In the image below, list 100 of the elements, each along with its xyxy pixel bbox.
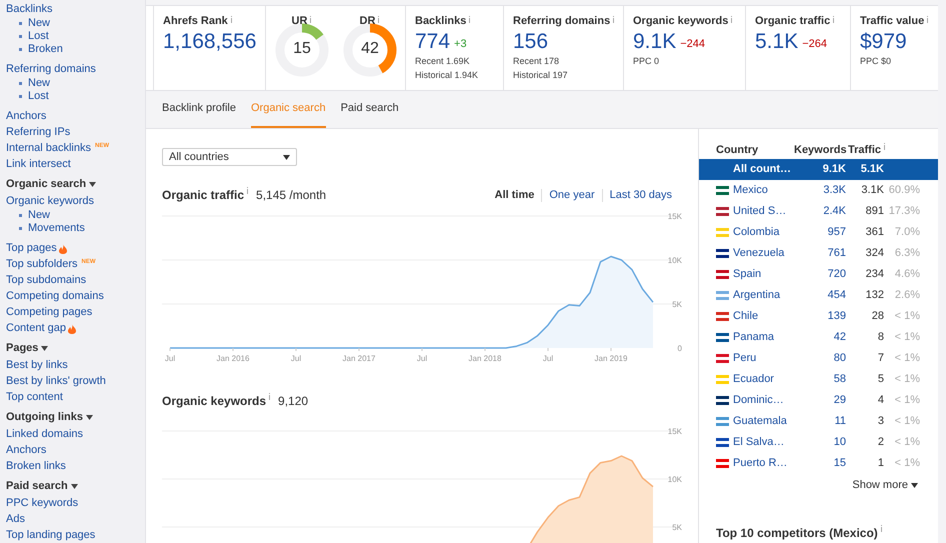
- sidebar-link[interactable]: Link intersect: [6, 156, 71, 172]
- share-cell-text: < 1%: [894, 414, 920, 430]
- country-name: United S…: [733, 204, 788, 220]
- tab[interactable]: Backlink profile: [162, 91, 236, 128]
- sidebar-link[interactable]: Broken links: [6, 458, 66, 474]
- bullet-icon: [19, 214, 22, 217]
- info-icon[interactable]: [612, 16, 616, 23]
- country-name: Peru: [733, 351, 758, 366]
- country-name: Puerto R…: [733, 456, 788, 472]
- sidebar-link[interactable]: Referring IPs: [6, 124, 70, 140]
- time-range-link[interactable]: Last 30 days: [610, 186, 672, 204]
- info-icon[interactable]: [832, 16, 836, 23]
- sidebar-link[interactable]: Content gap: [6, 320, 66, 336]
- metric-label: Referring domains: [513, 15, 610, 28]
- traffic-cell-text: 8: [876, 330, 884, 346]
- axis-label: 15K: [668, 427, 682, 436]
- axis-label: Jan 2018: [468, 354, 502, 363]
- metric-label: Traffic value: [860, 15, 924, 28]
- sidebar-link[interactable]: Top subfolders: [6, 256, 78, 272]
- axis-label: 5K: [672, 300, 682, 309]
- sidebar-link[interactable]: Competing domains: [6, 288, 104, 304]
- sidebar-link[interactable]: Anchors: [6, 442, 46, 458]
- info-icon[interactable]: [230, 16, 233, 23]
- metric-detail: Historical 197: [513, 69, 569, 82]
- axis-label: 10K: [668, 256, 682, 265]
- info-icon[interactable]: [268, 393, 272, 400]
- axis-label: Jan 2019: [594, 354, 628, 363]
- chart-summary: 5,145 /month: [256, 187, 326, 204]
- sidebar-link[interactable]: Top landing pages: [6, 526, 96, 543]
- sidebar-link[interactable]: Top content: [6, 388, 63, 406]
- sidebar-link[interactable]: Organic keywords: [6, 192, 94, 210]
- time-range-link[interactable]: One year: [549, 186, 595, 204]
- sidebar-link[interactable]: Ads: [6, 510, 25, 528]
- section-heading[interactable]: Pages: [6, 340, 48, 357]
- country-name: Venezuela: [733, 246, 786, 262]
- bullet-icon: [19, 95, 22, 98]
- sidebar-link[interactable]: Internal backlinks: [6, 140, 91, 156]
- bullet-icon: [19, 48, 22, 51]
- info-icon[interactable]: [309, 16, 312, 23]
- caret-icon: [89, 182, 96, 187]
- sidebar-link[interactable]: Competing pages: [6, 304, 92, 320]
- traffic-cell-text: 5: [876, 372, 884, 388]
- axis-label: Jul: [164, 354, 176, 363]
- sidebar-link[interactable]: Anchors: [6, 108, 46, 124]
- info-icon[interactable]: [468, 16, 472, 23]
- sidebar-link[interactable]: Top subdomains: [6, 272, 86, 288]
- keywords-cell-text: 720: [826, 267, 846, 282]
- gauge-label: DR: [360, 15, 376, 28]
- axis-label: Jan 2017: [342, 354, 376, 363]
- chart-title: Organic keywords: [162, 393, 266, 410]
- sidebar-link[interactable]: Best by links: [6, 356, 68, 374]
- sidebar-link[interactable]: Linked domains: [6, 426, 84, 442]
- share-cell-text: 4.6%: [894, 267, 920, 282]
- country-name: All count…: [733, 162, 792, 178]
- country-name: Guatemala: [733, 414, 788, 430]
- info-icon[interactable]: [883, 142, 886, 150]
- caret-icon: [70, 484, 78, 489]
- country-name: Ecuador: [733, 372, 775, 388]
- keywords-cell-text: 139: [826, 309, 846, 324]
- metric-value: $979: [860, 30, 907, 54]
- traffic-cell-text: 3.1K: [860, 183, 884, 198]
- section-heading[interactable]: Outgoing links: [6, 409, 93, 426]
- info-icon[interactable]: [880, 524, 883, 532]
- bullet-icon: [19, 22, 22, 25]
- caret-icon: [41, 346, 48, 351]
- caret-icon: [283, 154, 290, 160]
- metric-detail: Historical 1.94K: [415, 69, 480, 82]
- section-title: Top 10 competitors (Mexico): [716, 524, 878, 542]
- info-icon[interactable]: [377, 16, 380, 23]
- metric-value: 774: [415, 30, 450, 54]
- keywords-cell-text: 454: [826, 288, 846, 304]
- section-heading[interactable]: Organic search: [6, 176, 96, 193]
- share-cell-text: < 1%: [894, 456, 920, 472]
- info-icon[interactable]: [246, 187, 250, 194]
- tick-mark: [358, 348, 360, 352]
- tab[interactable]: Paid search: [340, 91, 399, 128]
- traffic-cell-text: 132: [864, 288, 884, 304]
- time-range-link[interactable]: All time: [494, 186, 534, 204]
- sidebar-link[interactable]: Best by links' growth: [6, 372, 106, 390]
- metric-detail: PPC $0: [860, 55, 892, 68]
- sidebar-link[interactable]: PPC keywords: [6, 494, 78, 512]
- metric-value: 1,168,556: [163, 30, 256, 54]
- share-cell-text: < 1%: [894, 435, 920, 450]
- traffic-cell-text: 5.1K: [860, 162, 884, 178]
- country-dropdown[interactable]: All countries: [162, 148, 297, 166]
- share-cell-text: < 1%: [894, 372, 920, 388]
- sidebar-link[interactable]: Referring domains: [6, 60, 96, 78]
- sidebar-link[interactable]: Backlinks: [6, 0, 52, 18]
- show-more-link[interactable]: Show more: [852, 477, 918, 494]
- keywords-cell-text: 42: [832, 330, 846, 346]
- caret-icon: [86, 415, 93, 420]
- column-header: Country: [716, 142, 760, 158]
- info-icon[interactable]: [926, 16, 930, 23]
- section-heading[interactable]: Paid search: [6, 478, 78, 495]
- info-icon[interactable]: [730, 16, 734, 23]
- axis-label: 0: [678, 344, 682, 353]
- axis-label: Jul: [542, 354, 554, 363]
- country-row[interactable]: All count… 9.1K 5.1K: [699, 159, 938, 180]
- share-cell-text: 60.9%: [888, 183, 920, 198]
- sidebar-link[interactable]: Top pages: [6, 240, 57, 256]
